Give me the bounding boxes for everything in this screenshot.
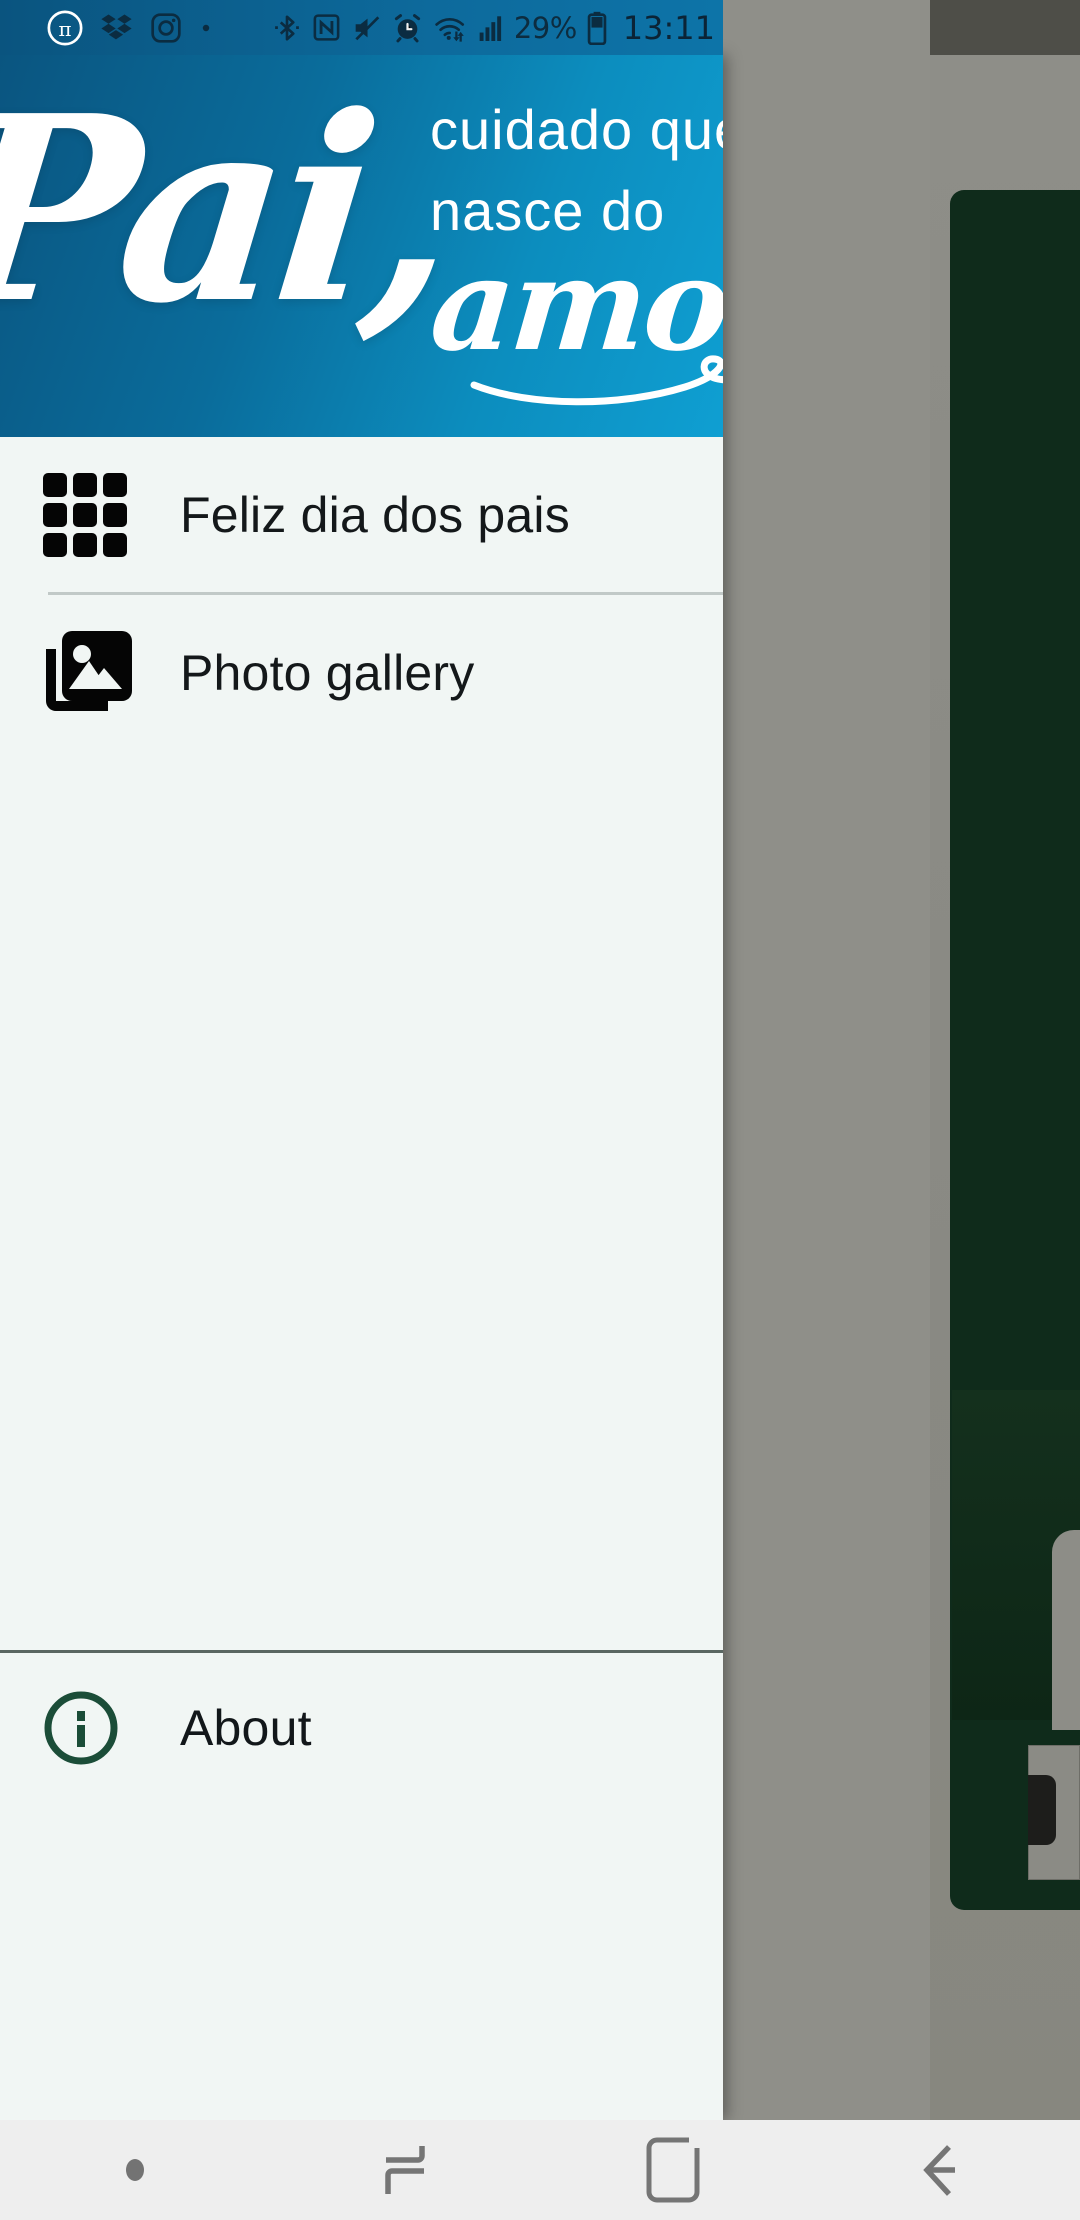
svg-text:π: π	[58, 17, 71, 40]
background-bottom-tile-inner	[1028, 1775, 1056, 1845]
drawer-header-banner: Pai, cuidado que nasce do amor	[0, 55, 723, 437]
background-status-strip	[930, 0, 1080, 55]
drawer-menu-list: Feliz dia dos pais Photo gallery	[0, 437, 723, 750]
dropbox-icon	[101, 14, 132, 40]
instagram-icon	[151, 12, 181, 43]
status-bar[interactable]: π 29% 13:11	[0, 0, 723, 55]
navigation-drawer[interactable]: Pai, cuidado que nasce do amor Feliz dia…	[0, 55, 723, 2120]
info-circle-icon	[42, 1682, 134, 1774]
status-bar-system-icons: 29% 13:11	[272, 9, 715, 47]
status-bar-notification-icons: π	[46, 9, 213, 47]
menu-item-feliz-dia-dos-pais[interactable]: Feliz dia dos pais	[0, 437, 723, 592]
about-label: About	[180, 1700, 312, 1756]
banner-subtitle-line1: cuidado que	[430, 98, 723, 161]
system-navigation-bar[interactable]	[0, 2120, 1080, 2220]
nfc-icon	[313, 14, 340, 41]
dot-icon	[202, 24, 210, 31]
phone-screen: π 29% 13:11 Pai, cuidado que nasce do am…	[0, 0, 1080, 2220]
battery-percent-label: 29%	[513, 10, 577, 45]
background-rounded-shape	[1052, 1530, 1080, 1730]
menu-item-about[interactable]: About	[0, 1653, 723, 1803]
grid-apps-icon	[42, 469, 134, 561]
alarm-icon	[394, 14, 420, 43]
menu-item-label: Feliz dia dos pais	[180, 486, 570, 543]
banner-script-word: amor	[425, 230, 723, 380]
recents-icon	[385, 2146, 425, 2194]
dot-icon	[126, 2159, 144, 2181]
back-arrow-icon	[923, 2145, 955, 2196]
menu-item-label: Photo gallery	[180, 644, 475, 701]
banner-headline: Pai,	[0, 61, 465, 360]
drawer-spacer	[0, 750, 723, 1650]
clock-label: 13:11	[622, 8, 715, 47]
pi-circle-icon: π	[47, 10, 83, 45]
mute-icon	[355, 15, 380, 40]
battery-icon	[587, 11, 607, 45]
nav-button-back[interactable]	[810, 2120, 1080, 2220]
menu-item-photo-gallery[interactable]: Photo gallery	[0, 595, 723, 750]
signal-icon	[479, 15, 501, 41]
home-icon	[646, 2137, 700, 2203]
bluetooth-icon	[274, 14, 299, 41]
photo-library-icon	[42, 627, 134, 719]
nav-button-home[interactable]	[540, 2120, 810, 2220]
nav-button-recents[interactable]	[270, 2120, 540, 2220]
nav-button-indicator[interactable]	[0, 2120, 270, 2220]
wifi-icon	[435, 17, 464, 42]
